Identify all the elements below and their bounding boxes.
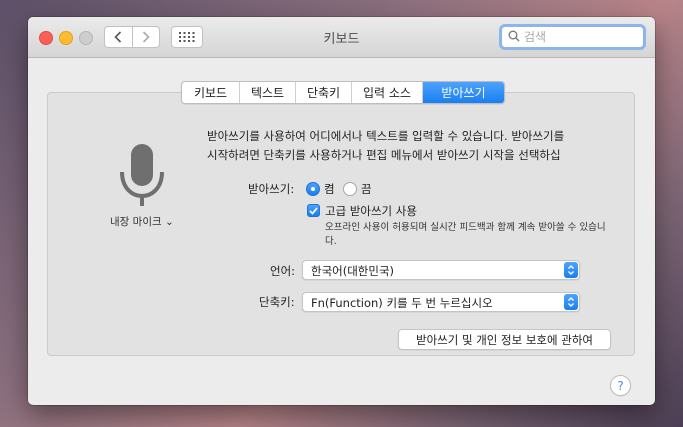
enhanced-dictation-checkbox[interactable] xyxy=(307,204,320,217)
stepper-arrows-icon xyxy=(564,262,578,278)
tab-dictation[interactable]: 받아쓰기 xyxy=(422,82,504,103)
tab-keyboard[interactable]: 키보드 xyxy=(182,82,239,103)
language-value: 한국어(대한민국) xyxy=(311,264,395,278)
dictation-off-radio[interactable] xyxy=(343,182,357,196)
dictation-on-radio[interactable] xyxy=(306,182,320,196)
dictation-description: 받아쓰기를 사용하여 어디에서나 텍스트를 입력할 수 있습니다. 받아쓰기를 … xyxy=(207,127,607,165)
description-line: 받아쓰기를 사용하여 어디에서나 텍스트를 입력할 수 있습니다. 받아쓰기를 xyxy=(207,129,565,143)
search-icon xyxy=(508,30,520,42)
description-line: 시작하려면 단축키를 사용하거나 편집 메뉴에서 받아쓰기 시작을 선택하십 xyxy=(207,148,561,162)
microphone-source-menu[interactable]: 내장 마이크 ⌄ xyxy=(110,214,174,229)
titlebar: 키보드 xyxy=(28,17,655,58)
preferences-window: 키보드 키보드 텍스트 단축키 입력 소스 받아쓰기 받아쓰기를 사용하여 어디… xyxy=(28,17,655,405)
tab-bar: 키보드 텍스트 단축키 입력 소스 받아쓰기 xyxy=(181,81,505,104)
enhanced-dictation-note: 오프라인 사용이 허용되며 실시간 피드백과 함께 계속 받아쓸 수 있습니다. xyxy=(325,222,606,247)
language-select[interactable]: 한국어(대한민국) xyxy=(302,260,580,280)
search-input[interactable] xyxy=(524,29,634,45)
microphone-icon xyxy=(120,144,164,206)
tab-text[interactable]: 텍스트 xyxy=(239,82,295,103)
dictation-toggle-label: 받아쓰기: xyxy=(248,182,295,196)
tab-input-sources[interactable]: 입력 소스 xyxy=(351,82,422,103)
stepper-arrows-icon xyxy=(564,294,578,310)
shortcut-value: Fn(Function) 키를 두 번 누르십시오 xyxy=(311,296,493,310)
help-button[interactable]: ? xyxy=(610,375,631,396)
dictation-off-label: 끔 xyxy=(361,182,372,196)
shortcut-select[interactable]: Fn(Function) 키를 두 번 누르십시오 xyxy=(302,292,580,312)
dictation-on-label: 켬 xyxy=(324,182,335,196)
tab-shortcuts[interactable]: 단축키 xyxy=(295,82,351,103)
search-field[interactable] xyxy=(499,24,646,50)
checkmark-icon xyxy=(309,206,318,215)
language-label: 언어: xyxy=(270,264,296,278)
shortcut-label: 단축키: xyxy=(259,295,295,309)
dictation-privacy-button[interactable]: 받아쓰기 및 개인 정보 보호에 관하여 xyxy=(398,329,611,350)
enhanced-dictation-label: 고급 받아쓰기 사용 xyxy=(325,204,417,218)
